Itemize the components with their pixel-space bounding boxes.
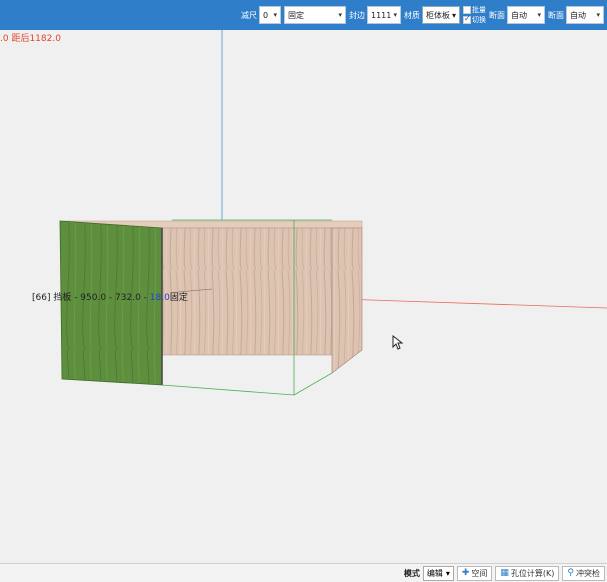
size-mode-value: 固定 xyxy=(287,10,304,20)
section2-value: 自动 xyxy=(570,10,586,20)
material-value: 柜体板 xyxy=(425,10,450,20)
section2-select[interactable]: 自动 ▾ xyxy=(566,6,604,24)
space-button-label: 空间 xyxy=(471,568,488,578)
dimension-suffix: 固定 xyxy=(169,293,188,303)
mode-label: 模式 xyxy=(403,568,420,578)
mouse-cursor-icon xyxy=(392,335,404,350)
switch-label: 切换 xyxy=(472,16,486,24)
dimension-label: [66] 挡板 - 950.0 - 732.0 - 18.0固定 xyxy=(32,290,188,303)
section2-group: 断面 自动 ▾ xyxy=(548,6,604,24)
hole-calc-button[interactable]: ▦ 孔位计算(K) xyxy=(495,565,560,581)
edge-band-group: 封边 1111 ▾ xyxy=(349,6,401,24)
switch-checkbox[interactable] xyxy=(463,14,471,24)
selected-left-panel xyxy=(59,220,163,386)
batch-label: 批量 xyxy=(472,6,486,14)
mode-value: 编辑 xyxy=(426,568,443,578)
edge-band-label: 封边 xyxy=(348,10,365,20)
conflict-check-button[interactable]: ⚲ 冲突检 xyxy=(562,565,605,581)
chevron-down-icon: ▾ xyxy=(596,11,600,19)
section2-label: 断面 xyxy=(548,10,564,20)
batch-checkbox[interactable] xyxy=(463,6,471,14)
reduce-size-group: 减尺 0 ▾ xyxy=(241,6,281,24)
dimension-prefix: [66] 挡板 - 950.0 - 732.0 - xyxy=(32,293,150,303)
plus-icon: ✚ xyxy=(461,568,470,578)
material-select[interactable]: 柜体板 ▾ xyxy=(421,6,460,24)
grid-icon: ▦ xyxy=(500,568,509,578)
hole-calc-label: 孔位计算(K) xyxy=(510,568,555,578)
section1-label: 断面 xyxy=(489,10,505,20)
dimension-thickness: 18.0 xyxy=(149,293,170,303)
right-side-panel xyxy=(331,227,363,374)
caret-down-icon: ▾ xyxy=(451,10,456,20)
chevron-down-icon: ▾ xyxy=(537,11,541,19)
chevron-down-icon: ▾ xyxy=(393,11,397,19)
size-mode-select[interactable]: 固定 ▾ xyxy=(283,6,346,24)
space-button[interactable]: ✚ 空间 xyxy=(456,565,493,581)
edge-band-value: 1111 xyxy=(370,10,392,20)
conflict-check-label: 冲突检 xyxy=(576,568,600,578)
chevron-down-icon: ▾ xyxy=(445,568,450,578)
reduce-size-label: 减尺 xyxy=(240,10,257,20)
material-label: 材质 xyxy=(403,10,420,20)
3d-viewport[interactable]: .0 距后1182.0 [66] 挡板 - 950.0 - 732.0 - 18… xyxy=(0,30,607,563)
material-group: 材质 柜体板 ▾ xyxy=(404,6,460,24)
bottom-statusbar: 模式 编辑 ▾ ✚ 空间 ▦ 孔位计算(K) ⚲ 冲突检 xyxy=(0,563,607,582)
top-toolbar: 减尺 0 ▾ 固定 ▾ 封边 1111 ▾ 材质 柜体板 ▾ 批量 切换 断 xyxy=(0,0,607,30)
section1-group: 断面 自动 ▾ xyxy=(489,6,545,24)
mode-select[interactable]: 编辑 ▾ xyxy=(422,565,454,581)
section1-value: 自动 xyxy=(511,10,527,20)
chevron-down-icon: ▾ xyxy=(273,11,277,19)
reduce-size-value: 0 xyxy=(262,10,269,20)
switch-checkbox-row[interactable]: 切换 xyxy=(463,14,486,25)
batch-switch-group: 批量 切换 xyxy=(463,5,486,25)
reduce-size-select[interactable]: 0 ▾ xyxy=(258,6,281,24)
edge-band-select[interactable]: 1111 ▾ xyxy=(366,6,401,24)
chevron-down-icon: ▾ xyxy=(338,11,342,19)
section1-select[interactable]: 自动 ▾ xyxy=(507,6,545,24)
pin-icon: ⚲ xyxy=(567,568,574,578)
